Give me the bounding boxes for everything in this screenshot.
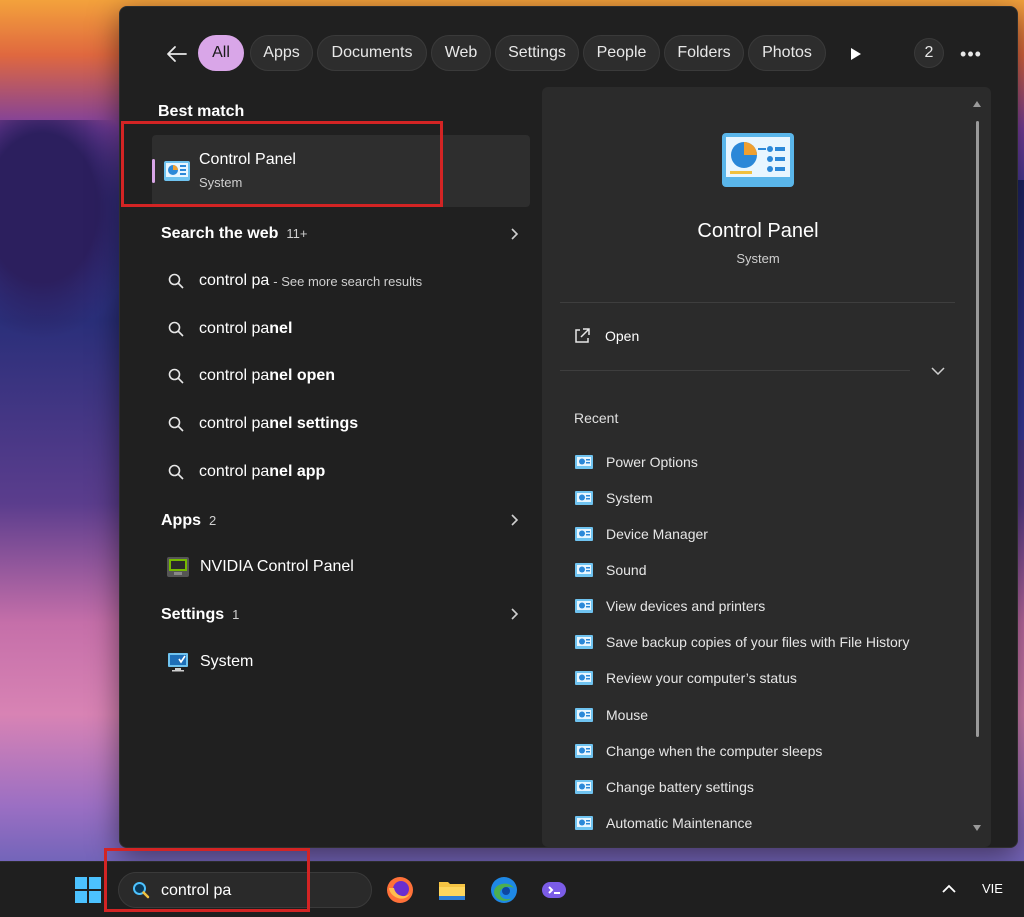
tab-web[interactable]: Web bbox=[431, 35, 491, 71]
divider bbox=[560, 302, 955, 303]
preview-subtitle: System bbox=[736, 251, 780, 266]
firefox-icon[interactable] bbox=[384, 874, 416, 906]
recent-item[interactable]: System bbox=[574, 488, 653, 508]
search-icon bbox=[167, 463, 185, 481]
play-icon bbox=[851, 48, 861, 60]
open-external-icon bbox=[575, 328, 590, 343]
recent-item[interactable]: Review your computer’s status bbox=[574, 668, 797, 688]
copilot-icon[interactable] bbox=[538, 874, 570, 906]
search-icon bbox=[167, 272, 185, 290]
control-panel-small-icon bbox=[575, 527, 593, 541]
divider bbox=[560, 370, 910, 371]
app-result-nvidia[interactable]: NVIDIA Control Panel bbox=[166, 554, 354, 580]
chevron-down-icon bbox=[931, 367, 945, 375]
nvidia-icon bbox=[167, 557, 189, 577]
tab-documents[interactable]: Documents bbox=[317, 35, 427, 71]
chevron-right-icon[interactable] bbox=[508, 607, 522, 621]
recent-item[interactable]: Change battery settings bbox=[574, 777, 754, 797]
monitor-icon bbox=[168, 653, 188, 672]
web-result-2[interactable]: control pa nel open bbox=[167, 364, 335, 388]
tab-apps[interactable]: Apps bbox=[250, 35, 313, 71]
open-action[interactable]: Open bbox=[573, 327, 639, 345]
language-indicator[interactable]: VIE bbox=[982, 881, 1003, 896]
recent-item[interactable]: Mouse bbox=[574, 705, 648, 725]
more-filters-button[interactable] bbox=[842, 41, 870, 67]
edge-icon[interactable] bbox=[488, 874, 520, 906]
start-search-panel: All Apps Documents Web Settings People F… bbox=[119, 6, 1018, 848]
recent-item[interactable]: Automatic Maintenance bbox=[574, 813, 752, 833]
search-icon bbox=[167, 320, 185, 338]
control-panel-small-icon bbox=[575, 744, 593, 758]
highlight-annotation-best-match bbox=[121, 121, 443, 207]
tab-all[interactable]: All bbox=[198, 35, 244, 71]
scroll-thumb[interactable] bbox=[976, 121, 979, 737]
web-result-0[interactable]: control pa - See more search results bbox=[167, 269, 422, 293]
control-panel-small-icon bbox=[575, 671, 593, 685]
tab-people[interactable]: People bbox=[583, 35, 660, 71]
more-options-button[interactable]: ••• bbox=[956, 39, 986, 69]
scrollbar[interactable] bbox=[972, 99, 982, 845]
recent-item[interactable]: Power Options bbox=[574, 452, 698, 472]
control-panel-large-icon bbox=[722, 133, 794, 187]
web-section-heading[interactable]: Search the web 11+ bbox=[161, 225, 307, 243]
settings-section-heading[interactable]: Settings 1 bbox=[161, 606, 239, 624]
control-panel-small-icon bbox=[575, 816, 593, 830]
scroll-up-icon[interactable] bbox=[972, 99, 982, 109]
highlight-annotation-search bbox=[104, 848, 310, 912]
recent-item[interactable]: Device Manager bbox=[574, 524, 708, 544]
search-icon bbox=[167, 367, 185, 385]
web-result-4[interactable]: control pa nel app bbox=[167, 460, 325, 484]
search-icon bbox=[167, 415, 185, 433]
web-result-3[interactable]: control pa nel settings bbox=[167, 412, 358, 436]
tab-folders[interactable]: Folders bbox=[664, 35, 744, 71]
control-panel-small-icon bbox=[575, 563, 593, 577]
file-explorer-icon[interactable] bbox=[436, 874, 468, 906]
rewards-count-badge[interactable]: 2 bbox=[914, 38, 944, 68]
recent-item[interactable]: Change when the computer sleeps bbox=[574, 741, 822, 761]
settings-result-system[interactable]: System bbox=[166, 649, 253, 675]
preview-pane: Control Panel System Open Recent Power O… bbox=[542, 87, 991, 847]
apps-section-heading[interactable]: Apps 2 bbox=[161, 512, 216, 530]
web-result-1[interactable]: control pa nel bbox=[167, 317, 292, 341]
recent-item[interactable]: Sound bbox=[574, 560, 646, 580]
recent-item[interactable]: Save backup copies of your files with Fi… bbox=[574, 632, 909, 652]
tab-photos[interactable]: Photos bbox=[748, 35, 826, 71]
control-panel-small-icon bbox=[575, 491, 593, 505]
control-panel-small-icon bbox=[575, 635, 593, 649]
windows-start-icon[interactable] bbox=[74, 876, 102, 904]
control-panel-small-icon bbox=[575, 455, 593, 469]
chevron-right-icon[interactable] bbox=[508, 513, 522, 527]
tab-settings[interactable]: Settings bbox=[495, 35, 579, 71]
back-arrow-icon bbox=[167, 46, 187, 62]
recent-item[interactable]: View devices and printers bbox=[574, 596, 765, 616]
chevron-right-icon[interactable] bbox=[508, 227, 522, 241]
expand-button[interactable] bbox=[928, 361, 948, 381]
filter-bar: All Apps Documents Web Settings People F… bbox=[120, 35, 1017, 73]
control-panel-small-icon bbox=[575, 708, 593, 722]
chevron-up-icon[interactable] bbox=[940, 882, 958, 896]
control-panel-small-icon bbox=[575, 780, 593, 794]
preview-title: Control Panel bbox=[697, 220, 819, 242]
recent-heading: Recent bbox=[574, 410, 619, 426]
best-match-heading: Best match bbox=[158, 103, 245, 120]
control-panel-small-icon bbox=[575, 599, 593, 613]
back-button[interactable] bbox=[162, 39, 192, 69]
scroll-down-icon[interactable] bbox=[972, 823, 982, 833]
